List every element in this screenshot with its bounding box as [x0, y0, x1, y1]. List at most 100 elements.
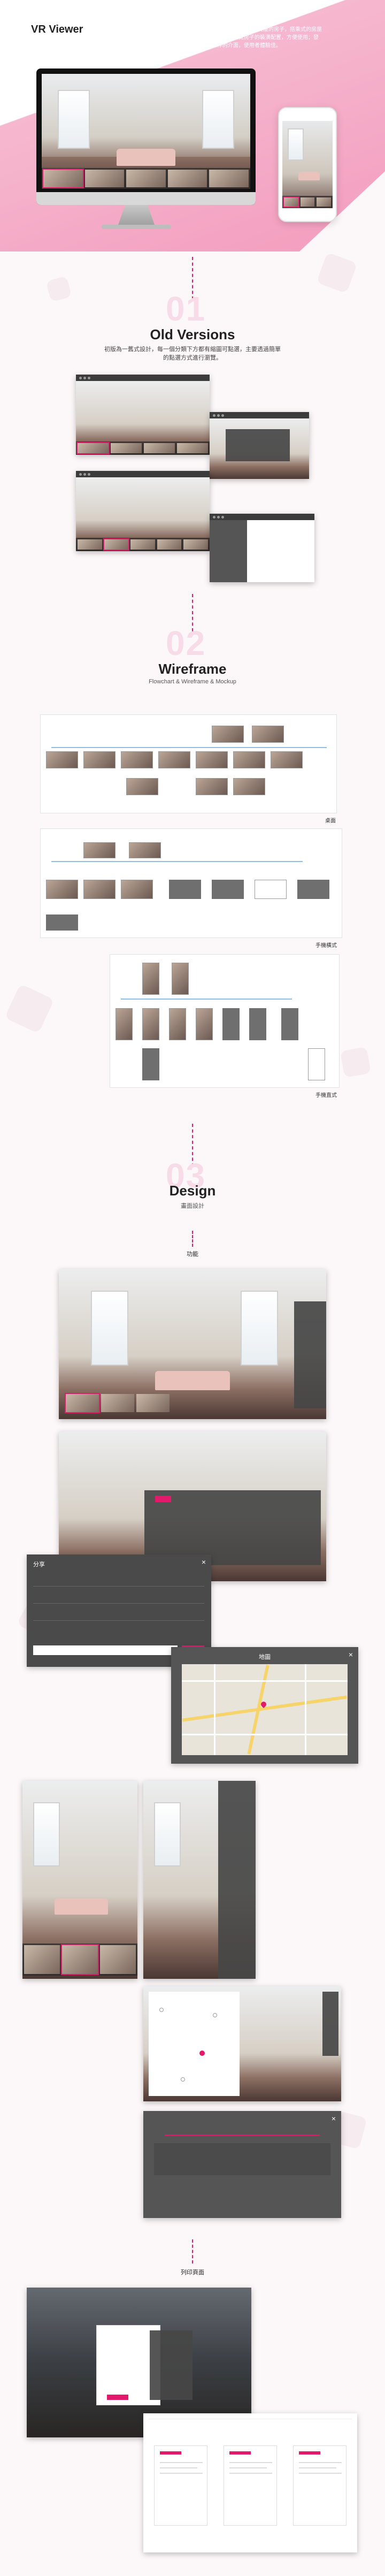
- thumbnail[interactable]: [209, 170, 249, 187]
- flow-node: [233, 751, 265, 768]
- thumbnail[interactable]: [144, 443, 175, 453]
- decor-square: [316, 252, 358, 294]
- thumbnail-row[interactable]: [64, 1392, 171, 1414]
- hotspot-icon[interactable]: [181, 2077, 185, 2082]
- close-icon[interactable]: ×: [332, 2114, 336, 2123]
- map-view[interactable]: [182, 1664, 348, 1755]
- thumbnail[interactable]: [126, 170, 166, 187]
- thumbnail[interactable]: [283, 196, 299, 208]
- room-window: [33, 1802, 60, 1866]
- map-street: [182, 1734, 348, 1735]
- thumbnail-row[interactable]: [76, 538, 210, 551]
- flow-node: [116, 1008, 133, 1040]
- overlay-panel: [226, 429, 290, 461]
- thumbnail-row[interactable]: [42, 168, 250, 189]
- tool-sidebar[interactable]: [322, 1992, 338, 2056]
- thumbnail[interactable]: [300, 197, 315, 207]
- thumbnail[interactable]: [317, 197, 332, 207]
- thumbnail[interactable]: [167, 170, 207, 187]
- thumbnail-row[interactable]: [22, 1944, 137, 1976]
- monitor-base: [102, 225, 171, 229]
- flow-node: [172, 963, 189, 995]
- flow-node: [83, 880, 116, 899]
- browser-bar: [210, 412, 309, 418]
- room-window: [202, 90, 234, 149]
- tool-sidebar[interactable]: [294, 1301, 326, 1408]
- tool-sidebar[interactable]: [218, 1781, 256, 1979]
- thumbnail[interactable]: [136, 1394, 170, 1412]
- close-icon[interactable]: ×: [349, 1650, 353, 1659]
- panorama-scene: [210, 418, 309, 479]
- flow-node-dark: [142, 1048, 159, 1080]
- print-text-line: [229, 2462, 272, 2463]
- design-vr-screen: [143, 1986, 341, 2101]
- thumbnail[interactable]: [157, 539, 182, 550]
- thumbnail[interactable]: [61, 1944, 99, 1975]
- thumbnail[interactable]: [103, 538, 130, 551]
- thumbnail[interactable]: [76, 442, 110, 454]
- thumbnail[interactable]: [111, 443, 142, 453]
- hotspot-icon[interactable]: [159, 2008, 164, 2012]
- thumbnail[interactable]: [65, 1393, 100, 1413]
- flow-node: [142, 963, 159, 995]
- map-street: [182, 1680, 348, 1682]
- flow-node: [196, 1008, 213, 1040]
- design-portrait-screen: [22, 1781, 137, 1979]
- close-icon[interactable]: ×: [202, 1558, 206, 1566]
- side-panel: [210, 520, 247, 582]
- map-dialog: 地圖 ×: [171, 1647, 358, 1764]
- room-window: [91, 1291, 128, 1366]
- comment-input[interactable]: [33, 1645, 178, 1655]
- print-page-card: [154, 2445, 207, 2526]
- print-page-card: [293, 2445, 346, 2526]
- hero-description: 透過操作瀏覽的全景圖觀看賣屋的房子，搭乘式的房屋設計的VR介面來瀏覽房子的裝潢配…: [194, 27, 322, 49]
- thumbnail[interactable]: [84, 170, 125, 187]
- flow-node: [126, 778, 158, 795]
- thumbnail[interactable]: [101, 1394, 134, 1412]
- thumbnail[interactable]: [100, 1945, 136, 1974]
- thumbnail[interactable]: [24, 1945, 60, 1974]
- flow-node: [196, 751, 228, 768]
- hotspot-icon[interactable]: [213, 2013, 217, 2017]
- pointer-icon[interactable]: [199, 2051, 205, 2056]
- flow-node: [121, 880, 153, 899]
- panorama-scene: [143, 1781, 256, 1979]
- browser-bar: [76, 471, 210, 477]
- room-window: [241, 1291, 278, 1366]
- menu-highlight[interactable]: [155, 1496, 171, 1502]
- flow-node-dark: [46, 914, 78, 931]
- thumbnail[interactable]: [130, 539, 155, 550]
- thumbnail-row[interactable]: [282, 196, 333, 208]
- print-settings-panel[interactable]: [150, 2330, 192, 2400]
- room-window: [58, 90, 90, 149]
- comment-row: [33, 1593, 204, 1604]
- flow-node: [121, 751, 153, 768]
- thumbnail[interactable]: [183, 539, 208, 550]
- flow-node: [158, 751, 190, 768]
- thumbnail-row[interactable]: [76, 441, 210, 455]
- map-road: [182, 1695, 347, 1722]
- tab-bar[interactable]: [165, 2128, 320, 2136]
- print-layout-sheet: [143, 2413, 357, 2552]
- sofa: [298, 172, 320, 180]
- monitor-chin: [36, 192, 256, 205]
- print-heading-bar: [160, 2451, 181, 2455]
- thumbnail[interactable]: [42, 169, 84, 188]
- flow-node: [255, 880, 287, 899]
- print-button[interactable]: [107, 2395, 128, 2400]
- thumbnail[interactable]: [78, 539, 102, 550]
- vr-pointer-panel[interactable]: [149, 1992, 240, 2096]
- comment-row: [33, 1576, 204, 1587]
- flow-node: [212, 726, 244, 743]
- section-connector: [192, 1231, 193, 1247]
- flow-node: [233, 778, 265, 795]
- flow-node: [196, 778, 228, 795]
- design-label: 功能: [187, 1251, 198, 1257]
- thumbnail[interactable]: [177, 443, 208, 453]
- flow-node: [252, 726, 284, 743]
- decor-square: [45, 276, 72, 302]
- print-heading-bar: [299, 2451, 320, 2455]
- design-label-print: 列印頁面: [181, 2269, 204, 2276]
- flow-line: [51, 861, 303, 862]
- room-window: [288, 128, 304, 161]
